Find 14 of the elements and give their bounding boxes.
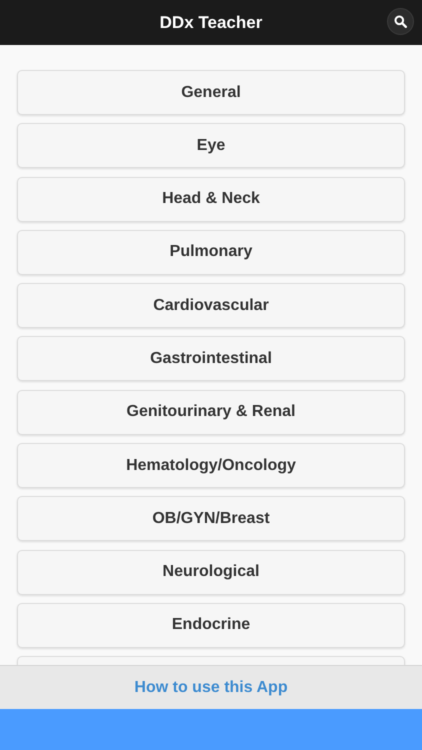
category-button[interactable]: Neurological: [17, 550, 405, 595]
category-button[interactable]: General: [17, 70, 405, 115]
app-title: DDx Teacher: [160, 12, 262, 34]
category-button[interactable]: Eye: [17, 123, 405, 168]
category-button[interactable]: Hematology/Oncology: [17, 443, 405, 488]
category-button[interactable]: OB/GYN/Breast: [17, 496, 405, 542]
search-button[interactable]: [387, 8, 414, 35]
category-button[interactable]: Head & Neck: [17, 176, 405, 222]
category-button[interactable]: Gastrointestinal: [17, 336, 405, 382]
search-icon: [394, 15, 407, 28]
category-button[interactable]: Genitourinary & Renal: [17, 390, 405, 435]
category-button[interactable]: Cardiovascular: [17, 283, 405, 328]
category-button[interactable]: Endocrine: [17, 602, 405, 648]
category-button[interactable]: Pulmonary: [17, 230, 405, 275]
